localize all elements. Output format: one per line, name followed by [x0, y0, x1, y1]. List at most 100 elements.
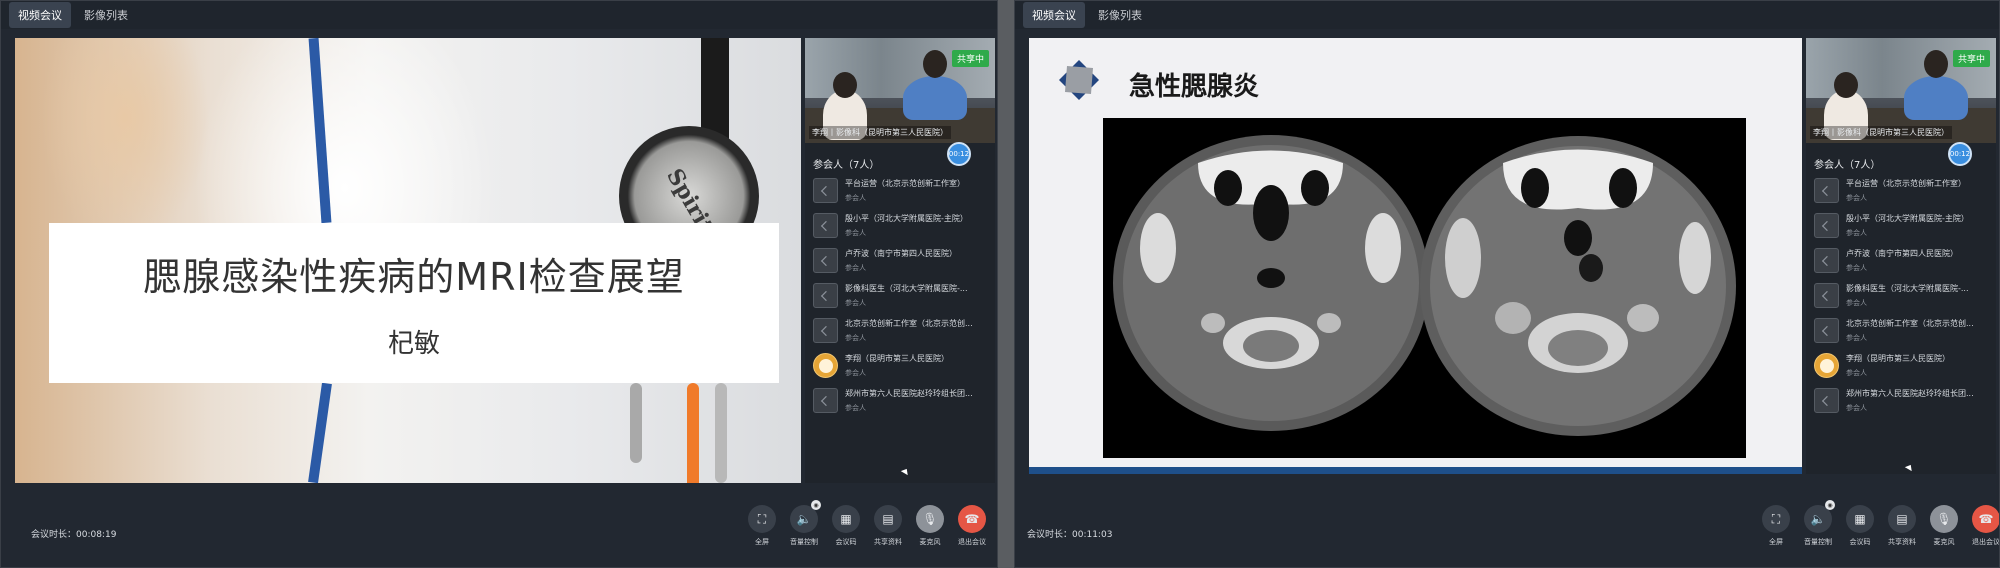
meeting-code-button[interactable]: ▦ 会议码 — [825, 505, 867, 547]
control-bar: 会议时长：00:08:19 ⛶ 全屏 🔈 ◉ 音量控制 ▦ 会议码 ▤ 共享资料 🎙 麦克风… — [1, 497, 997, 567]
participants-title: 参会人（7人） — [1814, 160, 1881, 171]
tab-video-meeting[interactable]: 视频会议 — [1023, 2, 1085, 28]
avatar — [1814, 213, 1839, 238]
leave-meeting-label: 退出会议 — [1972, 538, 2000, 546]
list-item[interactable]: 殷小平（河北大学附属医院-主院） 参会人 — [1814, 211, 1992, 246]
fullscreen-button[interactable]: ⛶ 全屏 — [1755, 505, 1797, 547]
leave-meeting-button[interactable]: ☎ 退出会议 — [1965, 505, 2000, 547]
volume-icon: 🔈 ◉ — [790, 500, 821, 533]
participant-role: 参会人 — [1846, 194, 1867, 202]
participant-role: 参会人 — [1846, 229, 1867, 237]
fullscreen-label: 全屏 — [755, 538, 769, 546]
participant-panel: 共享中 李翔丨影像科（昆明市第三人民医院） 00:12 参会人（7人） 平台运营… — [1806, 38, 1996, 474]
qrcode-icon: ▦ — [832, 505, 860, 533]
microphone-button[interactable]: 🎙 麦克风 — [1923, 505, 1965, 547]
participant-panel: 共享中 李翔丨影像科（昆明市第三人民医院） 00:12 参会人（7人） 平台运营… — [805, 38, 995, 483]
slide-title: 急性腮腺炎 — [1129, 72, 1260, 102]
timer-badge: 00:12 — [947, 142, 971, 166]
tab-bar: 视频会议 影像列表 — [1015, 1, 1999, 29]
tab-video-meeting[interactable]: 视频会议 — [9, 2, 71, 28]
speaker-label: 李翔丨影像科（昆明市第三人民医院） — [809, 126, 951, 139]
participant-role: 参会人 — [1846, 264, 1867, 272]
list-item[interactable]: 北京示范创新工作室（北京示范创... 参会人 — [813, 316, 991, 351]
volume-indicator: ◉ — [1825, 500, 1835, 510]
list-item[interactable]: 卢乔波（南宁市第四人民医院） 参会人 — [1814, 246, 1992, 281]
speaker-video[interactable]: 共享中 李翔丨影像科（昆明市第三人民医院） — [805, 38, 995, 143]
volume-button[interactable]: 🔈 ◉ 音量控制 — [783, 500, 825, 547]
tab-image-list[interactable]: 影像列表 — [75, 2, 137, 28]
presentation-title: 腮腺感染性疾病的MRI检查展望 — [143, 255, 685, 299]
meeting-duration: 会议时长：00:11:03 — [1027, 530, 1113, 540]
list-item[interactable]: 郑州市第六人民医院赵玲玲组长团... 参会人 — [813, 386, 991, 421]
fullscreen-button[interactable]: ⛶ 全屏 — [741, 505, 783, 547]
pen — [630, 383, 642, 463]
participant-name: 李翔（昆明市第三人民医院） — [1846, 354, 1950, 363]
list-item[interactable]: 平台运营（北京示范创新工作室） 参会人 — [1814, 176, 1992, 211]
list-item[interactable]: 殷小平（河北大学附属医院-主院） 参会人 — [813, 211, 991, 246]
video-person-head — [833, 72, 857, 98]
microphone-icon: 🎙 — [916, 505, 944, 533]
shared-screen: 急性腮腺炎 — [1029, 38, 1802, 474]
participant-list: 平台运营（北京示范创新工作室） 参会人 殷小平（河北大学附属医院-主院） 参会人 卢… — [1814, 176, 1992, 421]
list-item[interactable]: 李翔（昆明市第三人民医院） 参会人 — [1814, 351, 1992, 386]
speaker-video[interactable]: 共享中 李翔丨影像科（昆明市第三人民医院） — [1806, 38, 1996, 143]
list-item[interactable]: 平台运营（北京示范创新工作室） 参会人 — [813, 176, 991, 211]
list-item[interactable]: 影像科医生（河北大学附属医院-... 参会人 — [813, 281, 991, 316]
participant-name: 卢乔波（南宁市第四人民医院） — [1846, 249, 1958, 258]
microphone-button[interactable]: 🎙 麦克风 — [909, 505, 951, 547]
avatar — [813, 388, 838, 413]
volume-button[interactable]: 🔈 ◉ 音量控制 — [1797, 500, 1839, 547]
avatar — [813, 213, 838, 238]
document-icon: ▤ — [1888, 505, 1916, 533]
list-item[interactable]: 郑州市第六人民医院赵玲玲组长团... 参会人 — [1814, 386, 1992, 421]
pen — [687, 383, 699, 483]
meeting-code-button[interactable]: ▦ 会议码 — [1839, 505, 1881, 547]
volume-icon: 🔈 ◉ — [1804, 500, 1835, 533]
tab-bar: 视频会议 影像列表 — [1, 1, 997, 29]
sharing-badge: 共享中 — [1952, 50, 1990, 67]
list-item[interactable]: 影像科医生（河北大学附属医院-... 参会人 — [1814, 281, 1992, 316]
participant-name: 北京示范创新工作室（北京示范创... — [1846, 319, 1974, 328]
video-person-head — [1834, 72, 1858, 98]
participant-name: 影像科医生（河北大学附属医院-... — [1846, 284, 1969, 293]
document-icon: ▤ — [874, 505, 902, 533]
slide-footer-bar — [1029, 467, 1802, 474]
share-material-button[interactable]: ▤ 共享资料 — [1881, 505, 1923, 547]
avatar — [813, 318, 838, 343]
participant-role: 参会人 — [845, 194, 866, 202]
control-buttons: ⛶ 全屏 🔈 ◉ 音量控制 ▦ 会议码 ▤ 共享资料 🎙 麦克风 ☎ 退出会议 — [1755, 500, 2000, 547]
participant-name: 平台运营（北京示范创新工作室） — [845, 179, 965, 188]
video-person — [1904, 76, 1968, 120]
hangup-icon: ☎ — [958, 505, 986, 533]
hangup-icon: ☎ — [1972, 505, 1999, 533]
microphone-icon: 🎙 — [1930, 505, 1958, 533]
screen-divider — [998, 0, 1014, 568]
share-material-label: 共享资料 — [1888, 538, 1916, 546]
tab-image-list[interactable]: 影像列表 — [1089, 2, 1151, 28]
fullscreen-icon: ⛶ — [1762, 505, 1790, 533]
meeting-duration: 会议时长：00:08:19 — [31, 530, 117, 540]
participant-role: 参会人 — [845, 299, 866, 307]
leave-meeting-label: 退出会议 — [958, 538, 986, 546]
volume-indicator: ◉ — [811, 500, 821, 510]
list-item[interactable]: 李翔（昆明市第三人民医院） 参会人 — [813, 351, 991, 386]
avatar — [813, 178, 838, 203]
ct-scan-image — [1103, 118, 1746, 458]
meeting-code-label: 会议码 — [1849, 538, 1871, 546]
participant-name: 殷小平（河北大学附属医院-主院） — [845, 214, 968, 223]
participant-role: 参会人 — [845, 404, 866, 412]
pen — [715, 383, 727, 483]
participant-name: 平台运营（北京示范创新工作室） — [1846, 179, 1966, 188]
participants-title: 参会人（7人） — [813, 160, 880, 171]
list-item[interactable]: 北京示范创新工作室（北京示范创... 参会人 — [1814, 316, 1992, 351]
volume-label: 音量控制 — [1804, 538, 1832, 546]
microphone-label: 麦克风 — [919, 538, 941, 546]
list-item[interactable]: 卢乔波（南宁市第四人民医院） 参会人 — [813, 246, 991, 281]
participant-name: 李翔（昆明市第三人民医院） — [845, 354, 949, 363]
avatar — [1814, 388, 1839, 413]
share-material-button[interactable]: ▤ 共享资料 — [867, 505, 909, 547]
leave-meeting-button[interactable]: ☎ 退出会议 — [951, 505, 993, 547]
avatar — [1814, 353, 1839, 378]
right-meeting-window: 视频会议 影像列表 急性腮腺炎 共享中 李翔丨影像科（昆明市第三人民医院） 00… — [1014, 0, 2000, 568]
avatar — [1814, 318, 1839, 343]
